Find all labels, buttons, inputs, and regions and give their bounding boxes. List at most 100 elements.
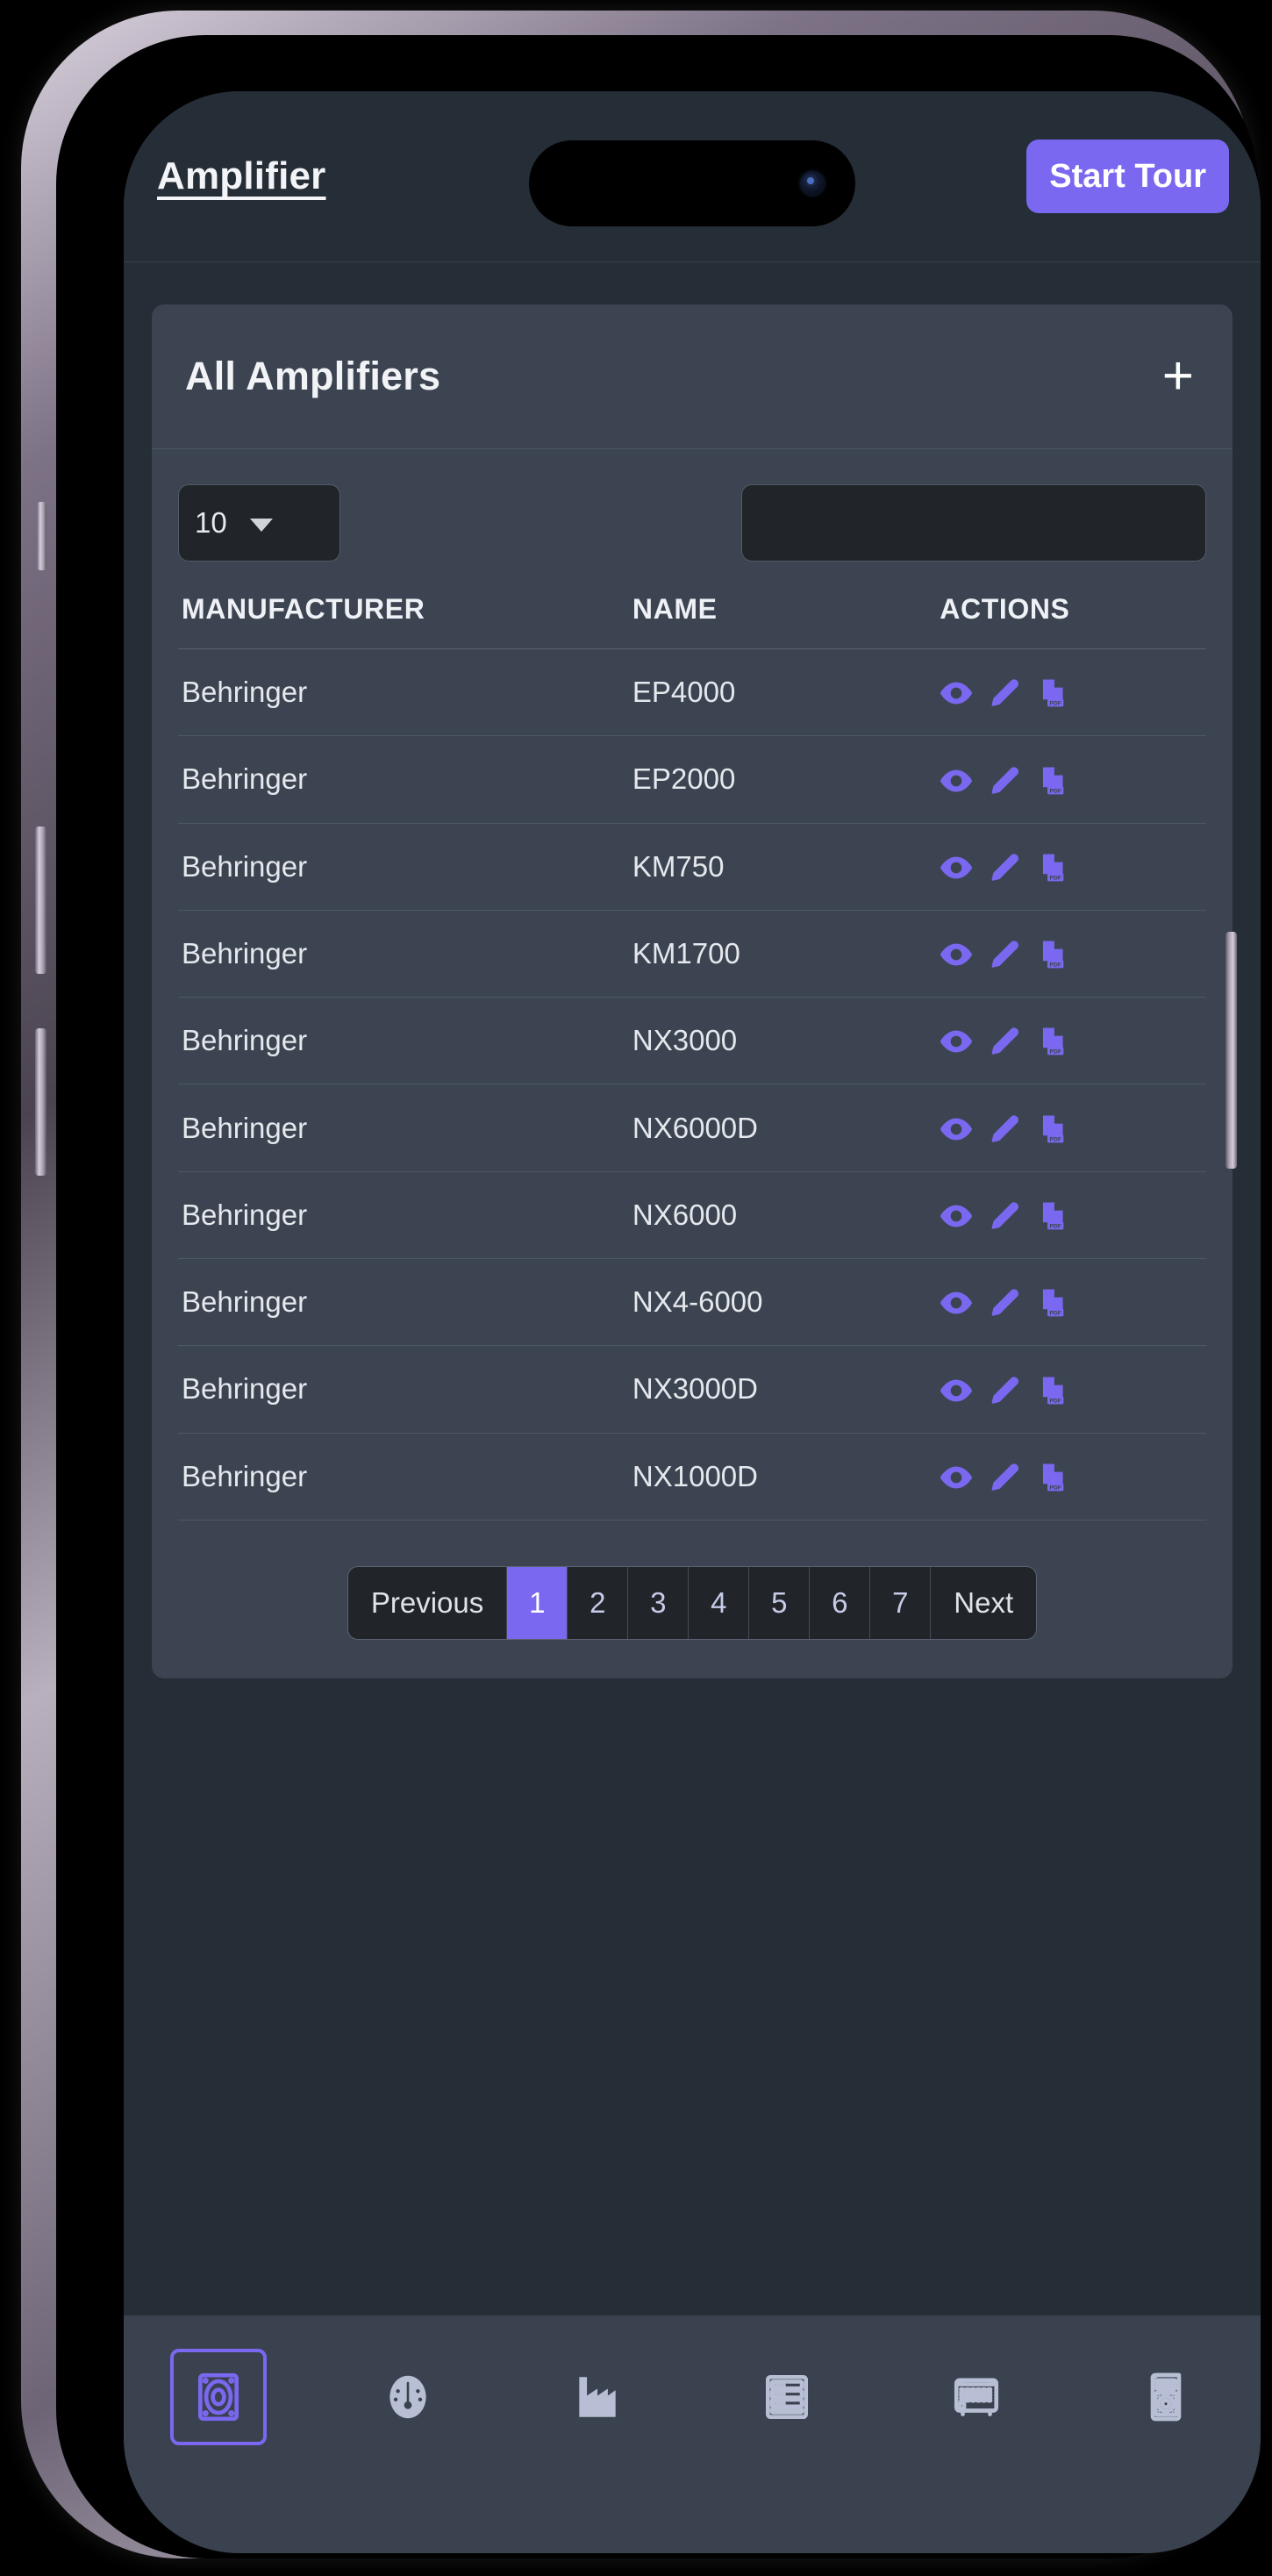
pagination-page-4[interactable]: 4 (689, 1566, 750, 1639)
dynamic-island (529, 140, 855, 226)
nav-item-speaker-tower[interactable] (1118, 2349, 1214, 2445)
cell-manufacturer: Behringer (178, 997, 632, 1085)
cell-name: EP2000 (632, 735, 940, 824)
cell-name: NX4-6000 (632, 1258, 940, 1347)
cell-manufacturer: Behringer (178, 1433, 632, 1521)
volume-down-button[interactable] (35, 1028, 46, 1176)
table-row: Behringer NX6000 PDF (178, 1171, 1206, 1259)
pagination-page-2[interactable]: 2 (568, 1566, 629, 1639)
table-header-row: MANUFACTURER NAME ACTIONS (178, 593, 1206, 649)
svg-text:PDF: PDF (1050, 701, 1061, 707)
cell-name: NX6000D (632, 1084, 940, 1172)
cell-manufacturer: Behringer (178, 1258, 632, 1347)
svg-text:PDF: PDF (1050, 1136, 1061, 1142)
nav-item-amplifier-grille[interactable] (928, 2349, 1025, 2445)
view-icon[interactable] (940, 764, 973, 798)
edit-icon[interactable] (988, 1374, 1021, 1407)
cell-manufacturer: Behringer (178, 1084, 632, 1172)
cell-name: NX3000 (632, 997, 940, 1085)
nav-item-factory[interactable] (549, 2349, 646, 2445)
speaker-tower-icon (1139, 2370, 1193, 2424)
add-amplifier-button[interactable]: + (1157, 349, 1199, 404)
table-row: Behringer KM1700 PDF (178, 910, 1206, 998)
view-icon[interactable] (940, 851, 973, 884)
table-row: Behringer EP4000 PDF (178, 648, 1206, 737)
brand-link[interactable]: Amplifier (157, 154, 326, 198)
card-body: 10 MANUFACTURER NAME ACTIONS Behringer E… (152, 449, 1233, 1678)
pagination-page-7[interactable]: 7 (870, 1566, 932, 1639)
power-button[interactable] (1226, 932, 1237, 1169)
pagination-previous[interactable]: Previous (348, 1566, 508, 1639)
cell-manufacturer: Behringer (178, 735, 632, 824)
page-body: All Amplifiers + 10 MANUFACTURER NAME AC… (124, 262, 1261, 2315)
page-length-select[interactable]: 10 (178, 484, 340, 562)
edit-icon[interactable] (988, 1199, 1021, 1233)
search-input[interactable] (741, 484, 1206, 562)
cell-manufacturer: Behringer (178, 1171, 632, 1259)
pdf-icon[interactable]: PDF (1036, 764, 1069, 798)
phone-outer-shell: Amplifier Start Tour All Amplifiers + 10… (21, 11, 1261, 2558)
pdf-icon[interactable]: PDF (1036, 1461, 1069, 1494)
volume-up-button[interactable] (35, 826, 46, 974)
table-head: MANUFACTURER NAME ACTIONS (178, 593, 1206, 649)
view-icon[interactable] (940, 676, 973, 710)
svg-text:PDF: PDF (1050, 1311, 1061, 1317)
table-body: Behringer EP4000 PDF Behringer EP2000 PDF Behr… (178, 648, 1206, 1521)
pagination-page-3[interactable]: 3 (628, 1566, 690, 1639)
silence-switch[interactable] (37, 502, 46, 570)
pdf-icon[interactable]: PDF (1036, 1286, 1069, 1320)
edit-icon[interactable] (988, 1461, 1021, 1494)
edit-icon[interactable] (988, 676, 1021, 710)
pdf-icon[interactable]: PDF (1036, 1113, 1069, 1146)
edit-icon[interactable] (988, 1113, 1021, 1146)
edit-icon[interactable] (988, 938, 1021, 971)
cell-actions: PDF (940, 648, 1206, 737)
cell-name: NX1000D (632, 1433, 940, 1521)
phone-screen: Amplifier Start Tour All Amplifiers + 10… (124, 91, 1261, 2553)
cell-actions: PDF (940, 735, 1206, 824)
edit-icon[interactable] (988, 1286, 1021, 1320)
column-header-name[interactable]: NAME (632, 593, 940, 649)
view-icon[interactable] (940, 1025, 973, 1058)
edit-icon[interactable] (988, 851, 1021, 884)
svg-text:PDF: PDF (1050, 875, 1061, 881)
table-row: Behringer NX4-6000 PDF (178, 1258, 1206, 1347)
cell-actions: PDF (940, 1171, 1206, 1259)
svg-text:PDF: PDF (1050, 1485, 1061, 1491)
cell-actions: PDF (940, 823, 1206, 911)
view-icon[interactable] (940, 1113, 973, 1146)
svg-text:PDF: PDF (1050, 962, 1061, 969)
cell-manufacturer: Behringer (178, 823, 632, 911)
phone-bezel: Amplifier Start Tour All Amplifiers + 10… (56, 35, 1261, 2558)
svg-text:PDF: PDF (1050, 788, 1061, 794)
pdf-icon[interactable]: PDF (1036, 1025, 1069, 1058)
edit-icon[interactable] (988, 764, 1021, 798)
view-icon[interactable] (940, 1461, 973, 1494)
chevron-down-icon (249, 518, 273, 532)
nav-item-speaker-cabinet[interactable] (170, 2349, 267, 2445)
pagination-page-5[interactable]: 5 (749, 1566, 811, 1639)
view-icon[interactable] (940, 1199, 973, 1233)
table-row: Behringer EP2000 PDF (178, 735, 1206, 824)
column-header-manufacturer[interactable]: MANUFACTURER (178, 593, 632, 649)
view-icon[interactable] (940, 1374, 973, 1407)
view-icon[interactable] (940, 1286, 973, 1320)
start-tour-button[interactable]: Start Tour (1026, 140, 1229, 213)
pagination-page-1[interactable]: 1 (507, 1566, 568, 1639)
pdf-icon[interactable]: PDF (1036, 676, 1069, 710)
pdf-icon[interactable]: PDF (1036, 851, 1069, 884)
nav-item-rack-server[interactable] (739, 2349, 835, 2445)
pagination-wrap: Previous 1 2 3 4 5 6 7 Next (178, 1565, 1206, 1640)
cell-manufacturer: Behringer (178, 648, 632, 737)
speaker-cabinet-icon (191, 2370, 246, 2424)
pagination-next[interactable]: Next (931, 1567, 1036, 1639)
svg-text:PDF: PDF (1050, 1049, 1061, 1055)
view-icon[interactable] (940, 938, 973, 971)
pagination-page-6[interactable]: 6 (810, 1566, 871, 1639)
pdf-icon[interactable]: PDF (1036, 1199, 1069, 1233)
nav-item-gauge[interactable] (360, 2349, 456, 2445)
edit-icon[interactable] (988, 1025, 1021, 1058)
pagination: Previous 1 2 3 4 5 6 7 Next (347, 1565, 1038, 1640)
pdf-icon[interactable]: PDF (1036, 1374, 1069, 1407)
pdf-icon[interactable]: PDF (1036, 938, 1069, 971)
